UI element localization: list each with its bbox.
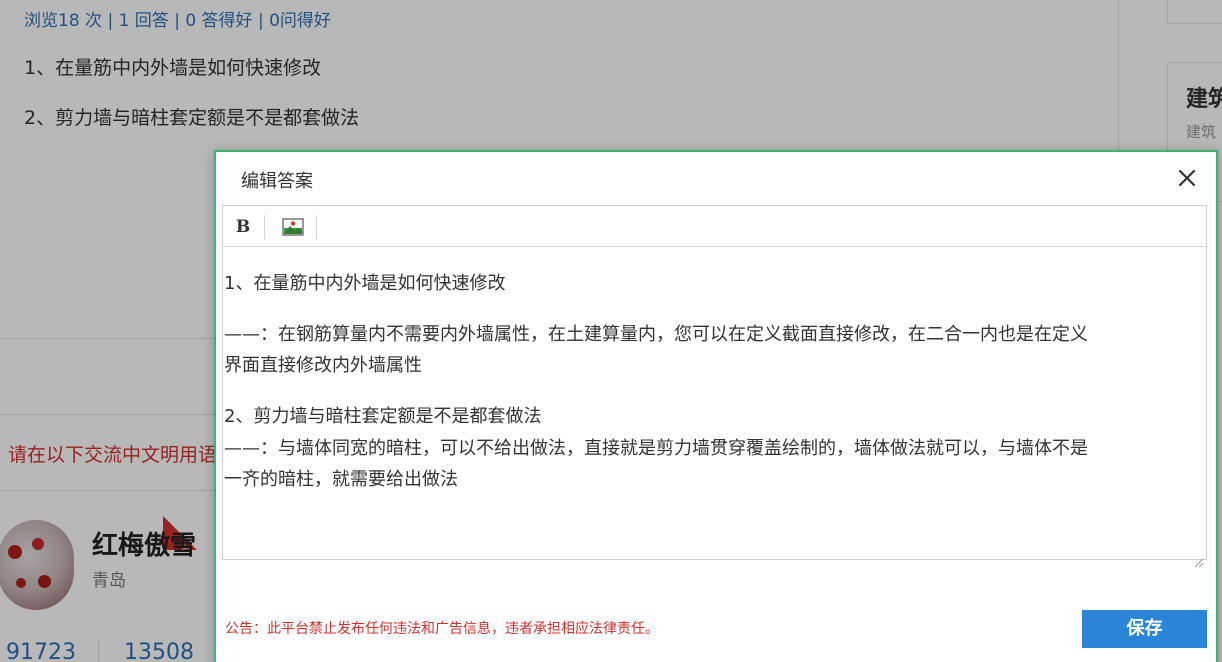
close-icon[interactable]	[1174, 165, 1200, 191]
answer-paragraph: ——：与墙体同宽的暗柱，可以不给出做法，直接就是剪力墙贯穿覆盖绘制的，墙体做法就…	[224, 438, 1088, 459]
edit-answer-dialog: 编辑答案 B 1、在量筋中内外墙是如何快速修改 ——：在钢筋算量内不需要内外墙属…	[214, 150, 1218, 662]
save-button[interactable]: 保存	[1082, 610, 1207, 648]
editor-toolbar: B	[223, 206, 1206, 247]
image-icon[interactable]	[282, 217, 304, 237]
answer-paragraph: 2、剪力墙与暗柱套定额是不是都套做法	[224, 406, 542, 427]
resize-handle-icon[interactable]	[1194, 547, 1204, 568]
platform-notice: 公告：此平台禁止发布任何违法和广告信息，违者承担相应法律责任。	[225, 621, 659, 637]
answer-editor: B 1、在量筋中内外墙是如何快速修改 ——：在钢筋算量内不需要内外墙属性，在土建…	[222, 205, 1207, 568]
answer-paragraph: ——：在钢筋算量内不需要内外墙属性，在土建算量内，您可以在定义截面直接修改，在二…	[224, 324, 1088, 345]
dialog-title: 编辑答案	[241, 171, 313, 192]
editor-content-area[interactable]: 1、在量筋中内外墙是如何快速修改 ——：在钢筋算量内不需要内外墙属性，在土建算量…	[223, 248, 1206, 568]
bold-button[interactable]: B	[231, 215, 255, 239]
answer-paragraph: 一齐的暗柱，就需要给出做法	[224, 469, 458, 490]
toolbar-divider	[264, 215, 265, 239]
answer-paragraph: 界面直接修改内外墙属性	[224, 355, 422, 376]
answer-paragraph: 1、在量筋中内外墙是如何快速修改	[224, 273, 506, 294]
toolbar-divider	[316, 215, 317, 239]
